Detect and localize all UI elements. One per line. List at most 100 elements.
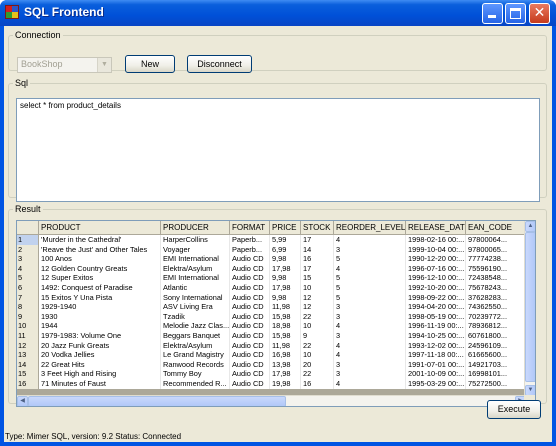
row-number[interactable]: 11 (17, 330, 39, 341)
cell-format[interactable]: Audio CD (230, 350, 270, 360)
column-header-ean-code[interactable]: EAN_CODE (466, 221, 528, 235)
cell-stock[interactable]: 22 (301, 340, 334, 351)
table-row[interactable]: 15 3 Feet High and Rising Tommy Boy Audio C… (17, 369, 528, 379)
cell-stock[interactable]: 17 (301, 263, 334, 274)
cell-format[interactable]: Audio CD (230, 340, 270, 351)
cell-release-date[interactable]: 1994-04-20 00:... (406, 302, 466, 312)
table-row[interactable]: 16 71 Minutes of Faust Recommended R... Aud… (17, 378, 528, 389)
cell-ean-code[interactable]: 37628283... (466, 292, 528, 303)
cell-ean-code[interactable]: 24596109... (466, 340, 528, 351)
cell-reorder-level[interactable]: 3 (334, 244, 406, 255)
cell-stock[interactable]: 12 (301, 292, 334, 303)
cell-format[interactable]: Audio CD (230, 282, 270, 293)
cell-producer[interactable]: EMI International (161, 254, 230, 264)
cell-producer[interactable]: EMI International (161, 273, 230, 283)
cell-ean-code[interactable]: 97800064... (466, 235, 528, 245)
cell-ean-code[interactable]: 61665600... (466, 350, 528, 360)
cell-product[interactable]: 15 Exitos Y Una Pista (39, 292, 161, 303)
cell-release-date[interactable]: 1991-07-01 00:... (406, 359, 466, 370)
cell-reorder-level[interactable]: 4 (334, 350, 406, 360)
cell-ean-code[interactable]: 70239772... (466, 311, 528, 322)
cell-format[interactable]: Paperb... (230, 244, 270, 255)
cell-product[interactable]: 12 Super Exitos (39, 273, 161, 283)
cell-release-date[interactable]: 1998-02-16 00:... (406, 235, 466, 245)
table-row[interactable]: 7 15 Exitos Y Una Pista Sony International… (17, 292, 528, 303)
row-number[interactable]: 3 (17, 254, 39, 264)
cell-ean-code[interactable]: 77774238... (466, 254, 528, 264)
cell-reorder-level[interactable]: 4 (334, 378, 406, 389)
cell-producer[interactable]: Voyager (161, 244, 230, 255)
cell-reorder-level[interactable]: 5 (334, 292, 406, 303)
row-number[interactable]: 9 (17, 311, 39, 322)
table-row[interactable]: 1 'Murder in the Cathedral' HarperCollins P… (17, 235, 528, 245)
cell-release-date[interactable]: 1995-03-29 00:... (406, 378, 466, 389)
cell-reorder-level[interactable]: 3 (334, 369, 406, 379)
cell-release-date[interactable]: 1992-10-20 00:... (406, 282, 466, 293)
disconnect-button[interactable]: Disconnect (187, 55, 252, 73)
cell-producer[interactable]: Sony International (161, 292, 230, 303)
column-header-release-date[interactable]: RELEASE_DATE (406, 221, 466, 235)
cell-format[interactable]: Audio CD (230, 359, 270, 370)
title-bar[interactable]: SQL Frontend ✕ (0, 0, 556, 26)
cell-product[interactable]: 3 Feet High and Rising (39, 369, 161, 379)
cell-release-date[interactable]: 1994-10-25 00:... (406, 330, 466, 341)
sql-query-input[interactable]: select * from product_details (16, 98, 540, 202)
cell-stock[interactable]: 12 (301, 302, 334, 312)
table-row[interactable]: 9 1930 Tzadik Audio CD 15,98 22 3 1998-05-19 00… (17, 311, 528, 322)
cell-ean-code[interactable]: 14921703... (466, 359, 528, 370)
cell-product[interactable]: 1944 (39, 321, 161, 331)
cell-stock[interactable]: 20 (301, 359, 334, 370)
row-number[interactable]: 5 (17, 273, 39, 283)
cell-ean-code[interactable]: 74362550... (466, 302, 528, 312)
cell-product[interactable]: 'Murder in the Cathedral' (39, 235, 161, 245)
table-row[interactable]: 3 100 Anos EMI International Audio CD 9,98 16… (17, 254, 528, 264)
cell-ean-code[interactable]: 16998101... (466, 369, 528, 379)
close-button[interactable]: ✕ (529, 3, 550, 24)
cell-producer[interactable]: Tzadik (161, 311, 230, 322)
row-number[interactable]: 14 (17, 359, 39, 370)
cell-product[interactable]: 20 Vodka Jellies (39, 350, 161, 360)
cell-format[interactable]: Audio CD (230, 273, 270, 283)
cell-ean-code[interactable]: 60761800... (466, 330, 528, 341)
table-row[interactable]: 4 12 Golden Country Greats Elektra/Asylum A… (17, 263, 528, 274)
cell-price[interactable]: 17,98 (270, 369, 301, 379)
row-header-corner[interactable] (17, 221, 39, 235)
database-select[interactable]: BookShop ▼ (17, 57, 112, 73)
cell-price[interactable]: 16,98 (270, 350, 301, 360)
cell-stock[interactable]: 17 (301, 235, 334, 245)
row-number[interactable]: 12 (17, 340, 39, 351)
cell-price[interactable]: 17,98 (270, 263, 301, 274)
cell-producer[interactable]: Tommy Boy (161, 369, 230, 379)
cell-ean-code[interactable]: 75272500... (466, 378, 528, 389)
cell-reorder-level[interactable]: 3 (334, 302, 406, 312)
cell-release-date[interactable]: 1997-11-18 00:... (406, 350, 466, 360)
cell-producer[interactable]: ASV Living Era (161, 302, 230, 312)
cell-ean-code[interactable]: 97800065... (466, 244, 528, 255)
cell-format[interactable]: Audio CD (230, 311, 270, 322)
cell-product[interactable]: 1929-1940 (39, 302, 161, 312)
cell-producer[interactable]: Ranwood Records (161, 359, 230, 370)
cell-release-date[interactable]: 1996-11-19 00:... (406, 321, 466, 331)
result-grid[interactable]: PRODUCT PRODUCER FORMAT PRICE STOCK REOR… (16, 220, 536, 407)
cell-stock[interactable]: 16 (301, 254, 334, 264)
cell-product[interactable]: 12 Golden Country Greats (39, 263, 161, 274)
cell-producer[interactable]: Elektra/Asylum (161, 263, 230, 274)
cell-price[interactable]: 9,98 (270, 254, 301, 264)
cell-price[interactable]: 9,98 (270, 292, 301, 303)
cell-release-date[interactable]: 2001-10-09 00:... (406, 369, 466, 379)
cell-reorder-level[interactable]: 4 (334, 340, 406, 351)
cell-price[interactable]: 17,98 (270, 282, 301, 293)
cell-stock[interactable]: 10 (301, 350, 334, 360)
column-header-producer[interactable]: PRODUCER (161, 221, 230, 235)
cell-stock[interactable]: 16 (301, 378, 334, 389)
row-number[interactable]: 8 (17, 302, 39, 312)
cell-product[interactable]: 1930 (39, 311, 161, 322)
cell-ean-code[interactable]: 78936812... (466, 321, 528, 331)
cell-reorder-level[interactable]: 4 (334, 321, 406, 331)
row-number[interactable]: 1 (17, 235, 39, 245)
row-number[interactable]: 13 (17, 350, 39, 360)
row-number[interactable]: 16 (17, 378, 39, 389)
row-number[interactable]: 10 (17, 321, 39, 331)
execute-button[interactable]: Execute (487, 400, 541, 419)
cell-price[interactable]: 15,98 (270, 330, 301, 341)
